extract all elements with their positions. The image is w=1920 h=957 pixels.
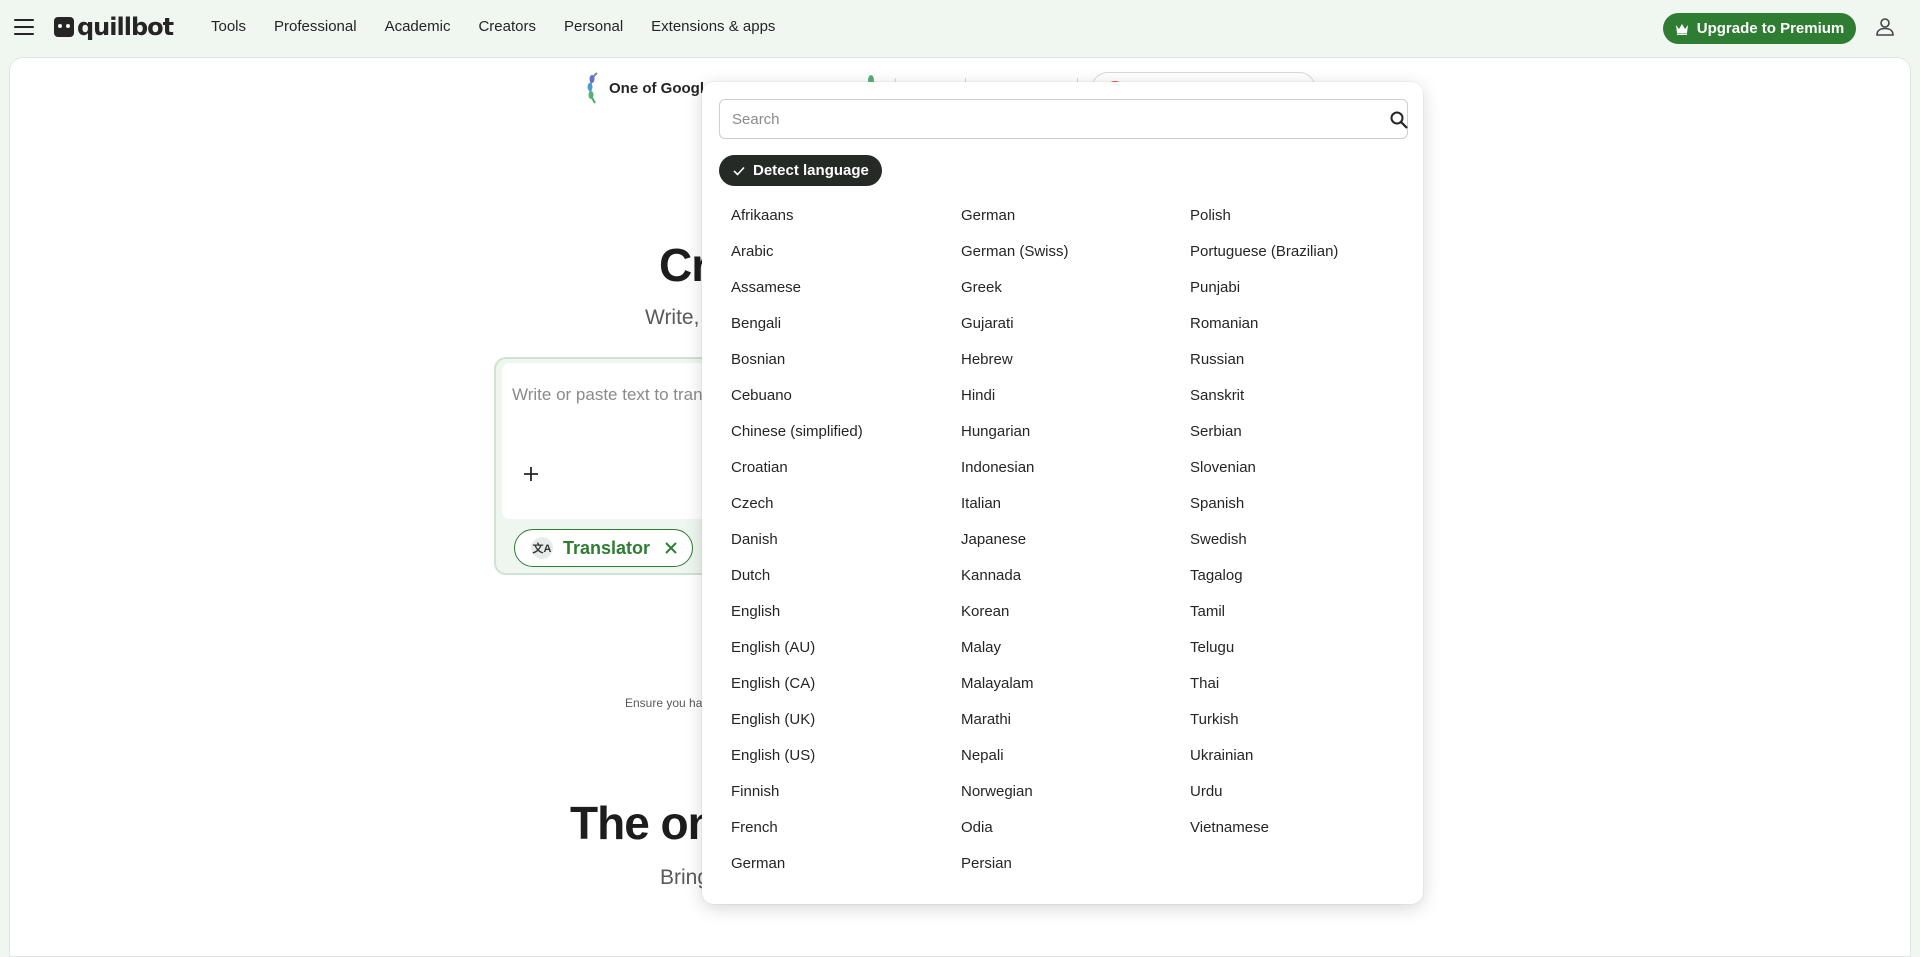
detect-language-label: Detect language xyxy=(753,162,869,179)
translate-icon: 文A xyxy=(531,537,553,559)
language-option[interactable]: Vietnamese xyxy=(1178,818,1398,854)
language-column-3: Polish Portuguese (Brazilian) Punjabi Roman… xyxy=(1178,206,1398,854)
logo-text: quillbot xyxy=(77,13,174,41)
language-column-1: Afrikaans Arabic Assamese Bengali Bosnian Ceb… xyxy=(719,206,939,890)
language-option[interactable]: Chinese (simplified) xyxy=(719,422,939,458)
language-option[interactable]: Afrikaans xyxy=(719,206,939,242)
language-option[interactable]: Tagalog xyxy=(1178,566,1398,602)
user-account-icon[interactable] xyxy=(1874,16,1896,38)
nav-link-tools[interactable]: Tools xyxy=(211,18,246,35)
language-option[interactable]: Japanese xyxy=(949,530,1169,566)
language-option[interactable]: Malay xyxy=(949,638,1169,674)
language-option[interactable]: Cebuano xyxy=(719,386,939,422)
language-option[interactable]: Italian xyxy=(949,494,1169,530)
language-option[interactable]: French xyxy=(719,818,939,854)
language-option[interactable]: Gujarati xyxy=(949,314,1169,350)
language-option[interactable]: Tamil xyxy=(1178,602,1398,638)
language-option[interactable]: Arabic xyxy=(719,242,939,278)
language-option[interactable]: Nepali xyxy=(949,746,1169,782)
language-option[interactable]: Serbian xyxy=(1178,422,1398,458)
ensure-text: Ensure you ha xyxy=(625,696,703,710)
language-option[interactable]: German (Swiss) xyxy=(949,242,1169,278)
language-option[interactable]: English (CA) xyxy=(719,674,939,710)
language-option[interactable]: Hebrew xyxy=(949,350,1169,386)
language-option[interactable]: German xyxy=(949,206,1169,242)
language-option[interactable]: Kannada xyxy=(949,566,1169,602)
top-navigation-bar: quillbot Tools Professional Academic Cre… xyxy=(0,0,1920,56)
language-column-2: German German (Swiss) Greek Gujarati Hebrew H… xyxy=(949,206,1169,890)
language-option[interactable]: Polish xyxy=(1178,206,1398,242)
language-option[interactable]: Assamese xyxy=(719,278,939,314)
search-icon[interactable] xyxy=(1389,110,1409,130)
language-option[interactable]: Norwegian xyxy=(949,782,1169,818)
crown-icon xyxy=(1675,23,1689,35)
language-option[interactable]: Slovenian xyxy=(1178,458,1398,494)
language-option[interactable]: Marathi xyxy=(949,710,1169,746)
language-option[interactable]: Odia xyxy=(949,818,1169,854)
language-option[interactable]: English xyxy=(719,602,939,638)
award-badge: One of Googl xyxy=(585,70,704,106)
nav-link-creators[interactable]: Creators xyxy=(478,18,536,35)
language-option[interactable]: Dutch xyxy=(719,566,939,602)
language-option[interactable]: Finnish xyxy=(719,782,939,818)
language-option[interactable]: English (UK) xyxy=(719,710,939,746)
translator-label: Translator xyxy=(563,537,651,558)
language-option[interactable]: English (US) xyxy=(719,746,939,782)
language-option[interactable]: Urdu xyxy=(1178,782,1398,818)
close-icon[interactable] xyxy=(664,541,678,555)
language-option[interactable]: Bengali xyxy=(719,314,939,350)
detect-language-chip[interactable]: Detect language xyxy=(719,155,882,186)
award-text: One of Googl xyxy=(609,79,704,97)
language-option[interactable]: Ukrainian xyxy=(1178,746,1398,782)
menu-icon[interactable] xyxy=(14,16,34,38)
language-option[interactable]: Korean xyxy=(949,602,1169,638)
language-option[interactable]: German xyxy=(719,854,939,890)
language-option[interactable]: Telugu xyxy=(1178,638,1398,674)
language-option[interactable]: Turkish xyxy=(1178,710,1398,746)
quillbot-logo[interactable]: quillbot xyxy=(54,12,174,42)
nav-link-extensions[interactable]: Extensions & apps xyxy=(651,18,775,35)
hero-subtitle: Write, xyxy=(645,306,700,329)
hero-title: Cr xyxy=(659,239,709,291)
language-option[interactable]: Croatian xyxy=(719,458,939,494)
language-search-input[interactable] xyxy=(720,100,1360,138)
nav-links: Tools Professional Academic Creators Per… xyxy=(211,18,775,35)
language-option[interactable]: Sanskrit xyxy=(1178,386,1398,422)
language-option[interactable]: Portuguese (Brazilian) xyxy=(1178,242,1398,278)
nav-link-professional[interactable]: Professional xyxy=(274,18,357,35)
input-placeholder: Write or paste text to tran xyxy=(512,385,703,404)
quillbot-logo-icon xyxy=(54,17,74,37)
plus-icon[interactable] xyxy=(522,465,540,483)
language-option[interactable]: Russian xyxy=(1178,350,1398,386)
language-option[interactable]: Czech xyxy=(719,494,939,530)
translator-chip[interactable]: 文A Translator xyxy=(514,529,693,567)
language-search-box xyxy=(719,99,1408,139)
language-option[interactable]: English (AU) xyxy=(719,638,939,674)
language-option[interactable]: Danish xyxy=(719,530,939,566)
language-option[interactable]: Hindi xyxy=(949,386,1169,422)
language-option[interactable]: Spanish xyxy=(1178,494,1398,530)
language-option[interactable]: Persian xyxy=(949,854,1169,890)
language-option[interactable]: Hungarian xyxy=(949,422,1169,458)
language-option[interactable]: Indonesian xyxy=(949,458,1169,494)
nav-link-personal[interactable]: Personal xyxy=(564,18,623,35)
language-option[interactable]: Malayalam xyxy=(949,674,1169,710)
laurel-icon xyxy=(587,72,598,104)
language-option[interactable]: Bosnian xyxy=(719,350,939,386)
language-option[interactable]: Punjabi xyxy=(1178,278,1398,314)
language-dropdown-panel: Detect language AfrikaansArabicAssameseB… xyxy=(702,82,1423,904)
language-option[interactable]: Greek xyxy=(949,278,1169,314)
language-option[interactable]: Swedish xyxy=(1178,530,1398,566)
language-option[interactable]: Thai xyxy=(1178,674,1398,710)
upgrade-to-premium-button[interactable]: Upgrade to Premium xyxy=(1663,13,1856,44)
check-icon xyxy=(733,166,745,176)
nav-link-academic[interactable]: Academic xyxy=(385,18,451,35)
upgrade-label: Upgrade to Premium xyxy=(1696,20,1845,37)
language-option[interactable]: Romanian xyxy=(1178,314,1398,350)
